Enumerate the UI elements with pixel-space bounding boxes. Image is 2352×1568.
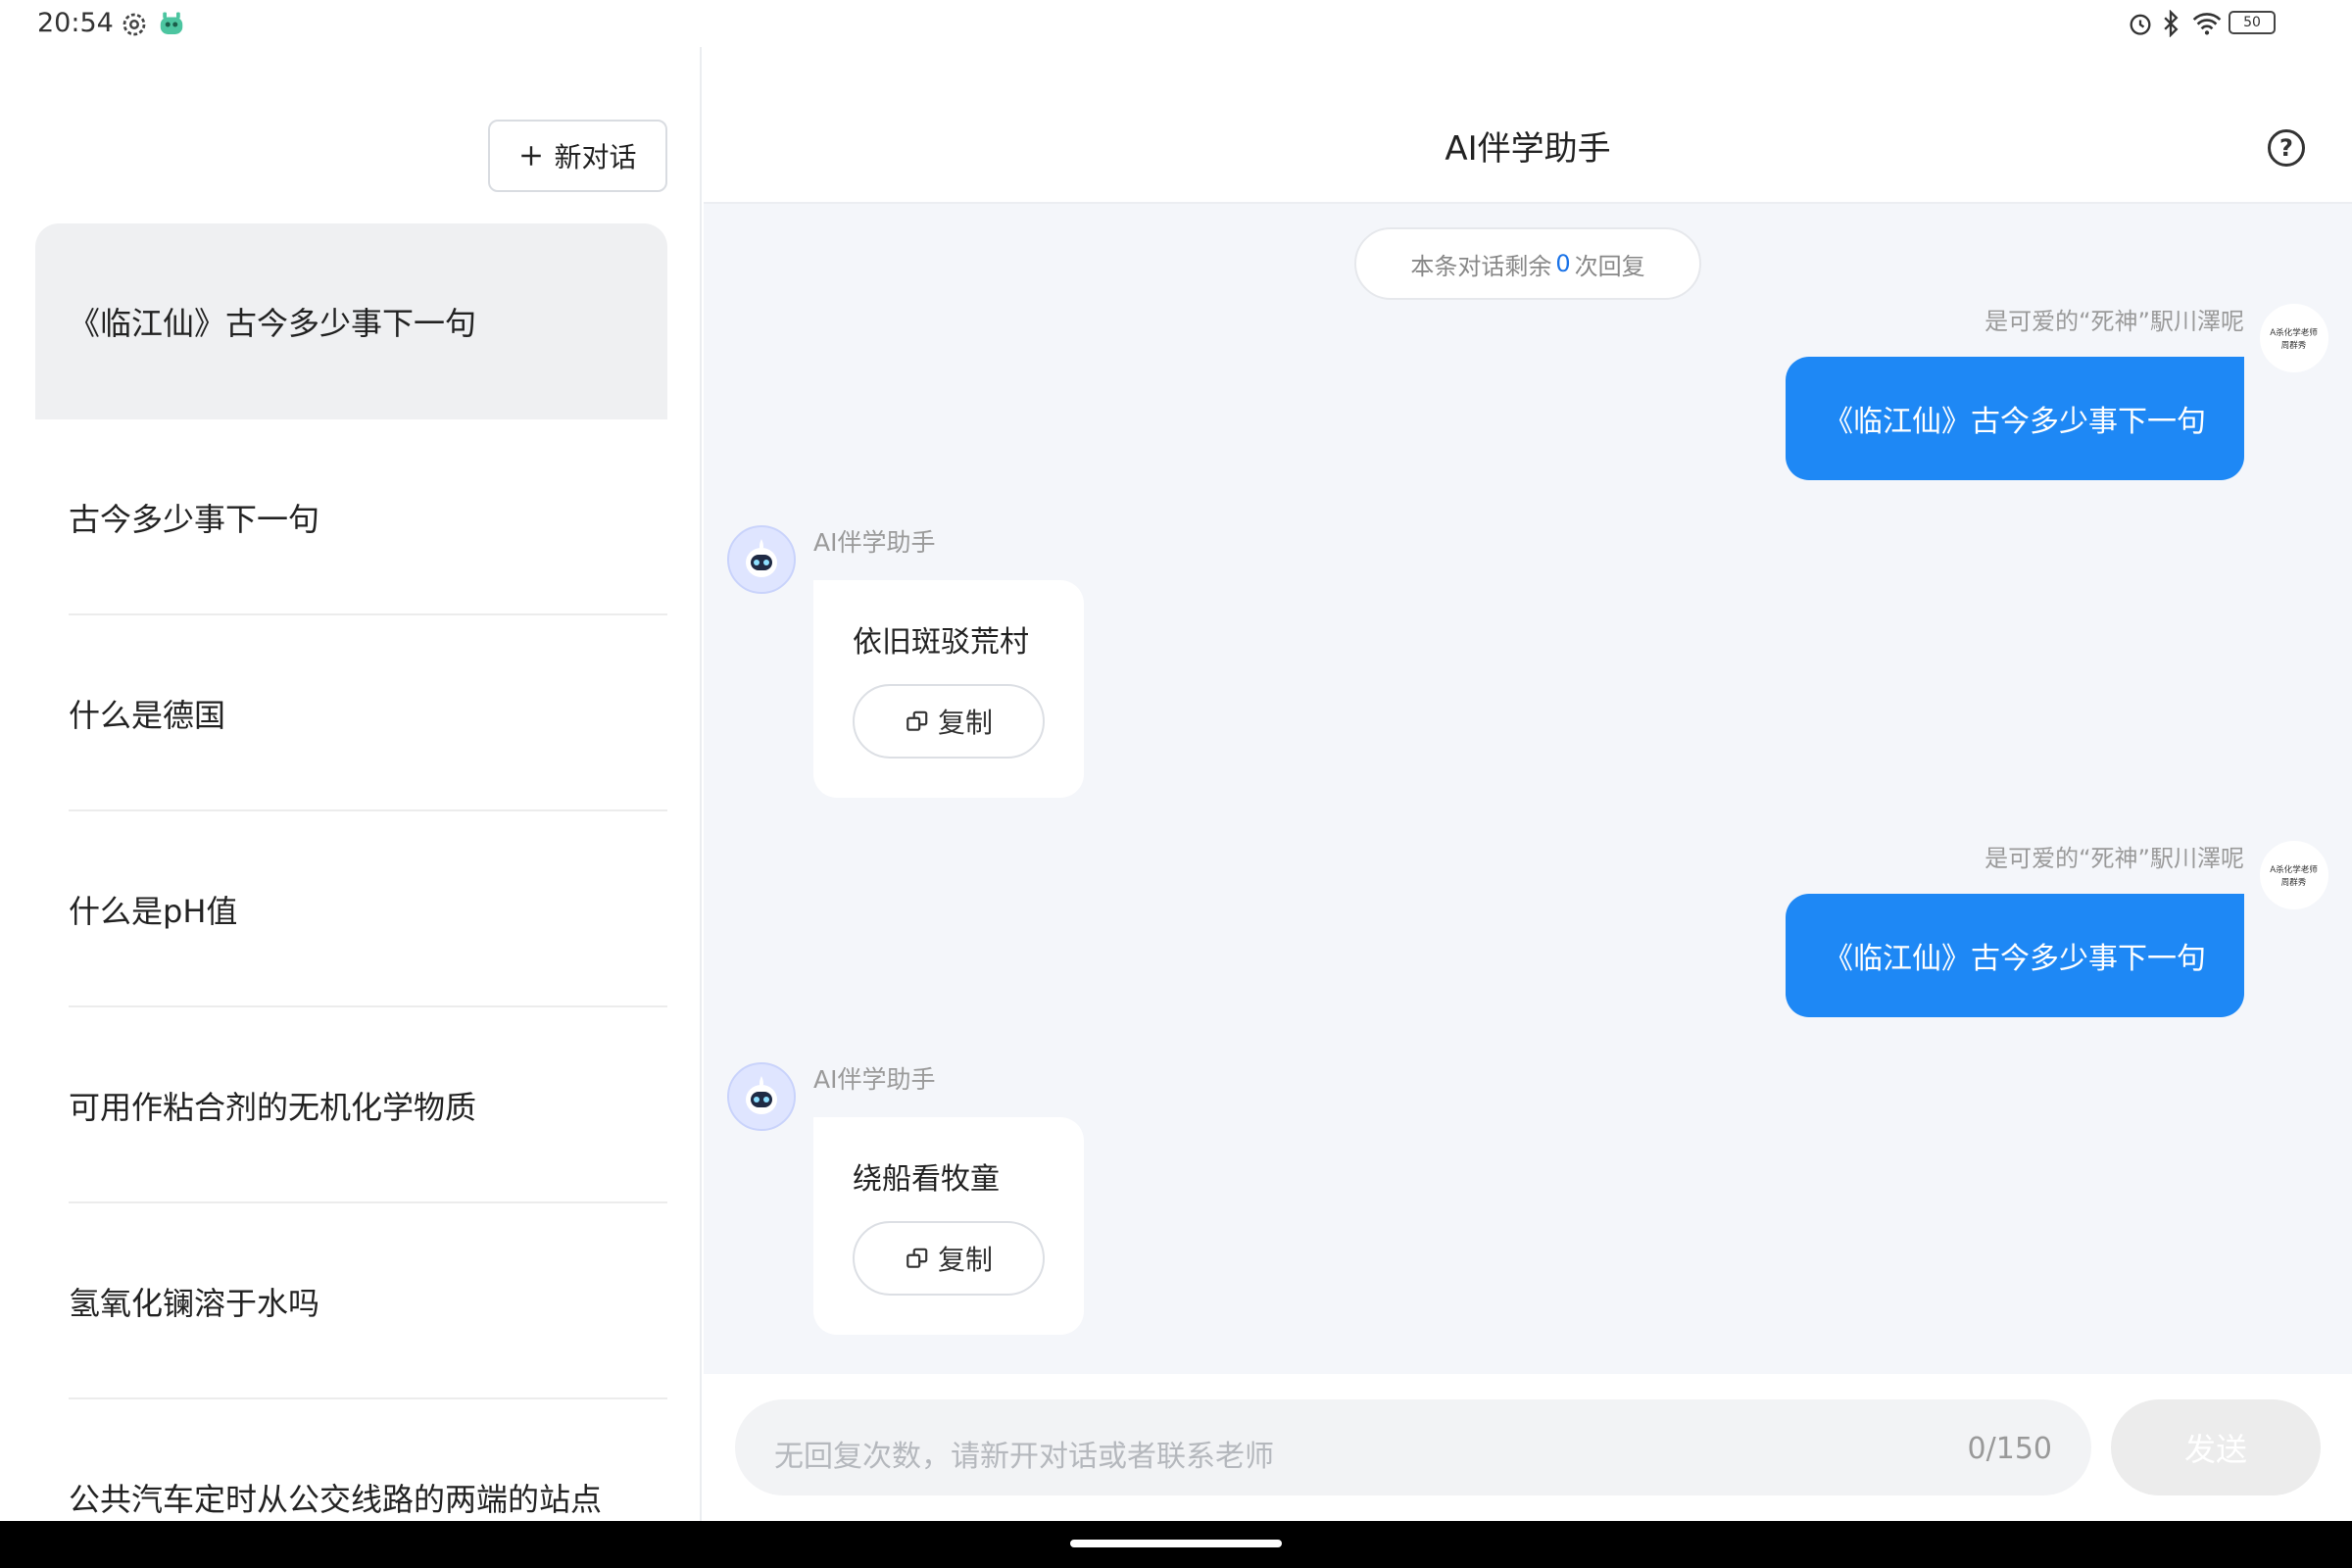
history-item[interactable]: 氢氧化镧溶于水吗 <box>35 1203 667 1399</box>
history-item-label: 《临江仙》古今多少事下一句 <box>69 305 477 342</box>
avatar-text: 周群秀 <box>2281 878 2307 888</box>
history-item-label: 什么是pH值 <box>69 893 238 930</box>
robot-icon <box>746 539 777 577</box>
history-item[interactable]: 什么是德国 <box>35 615 667 811</box>
character-counter: 0/150 <box>1967 1432 2052 1466</box>
bluetooth-icon <box>2160 9 2181 41</box>
battery-icon: 50 <box>2229 11 2276 34</box>
copy-icon <box>906 1248 928 1268</box>
history-item[interactable]: 什么是pH值 <box>35 811 667 1007</box>
avatar-text: A杀化学老师 <box>2270 328 2319 338</box>
user-avatar: A杀化学老师 周群秀 <box>2260 841 2328 909</box>
copy-button[interactable]: 复制 <box>853 1221 1045 1296</box>
system-navigation-bar <box>0 1521 2352 1568</box>
history-item[interactable]: 古今多少事下一句 <box>35 419 667 615</box>
history-item[interactable]: 公共汽车定时从公交线路的两端的站点 <box>35 1399 667 1527</box>
chat-panel: AI伴学助手 ? 本条对话剩余 0 次回复 是可爱的“死神”駅川澤呢 A杀化学老… <box>704 47 2352 1521</box>
status-time: 20:54 <box>37 8 114 38</box>
remaining-count: 0 <box>1555 250 1571 277</box>
app-notification-icon <box>157 10 186 43</box>
history-item-label: 古今多少事下一句 <box>69 501 320 538</box>
user-avatar: A杀化学老师 周群秀 <box>2260 304 2328 372</box>
copy-label: 复制 <box>937 707 993 739</box>
avatar-text: A杀化学老师 <box>2270 865 2319 875</box>
plus-icon <box>521 146 542 166</box>
remaining-prefix: 本条对话剩余 <box>1410 252 1552 280</box>
assistant-avatar <box>727 525 796 594</box>
conversation-history-list: 《临江仙》古今多少事下一句 古今多少事下一句 什么是德国 什么是pH值 可用作粘… <box>35 223 667 1527</box>
status-bar: 20:54 50 <box>0 0 2352 47</box>
home-indicator[interactable] <box>1070 1540 1282 1547</box>
help-icon[interactable]: ? <box>2268 129 2305 167</box>
history-item[interactable]: 可用作粘合剂的无机化学物质 <box>35 1007 667 1203</box>
remaining-suffix: 次回复 <box>1574 252 1645 280</box>
new-chat-label: 新对话 <box>554 141 637 173</box>
assistant-message-bubble: 绕船看牧童 复制 <box>813 1117 1084 1335</box>
user-name: 是可爱的“死神”駅川澤呢 <box>1984 845 2244 872</box>
history-item-label: 可用作粘合剂的无机化学物质 <box>69 1089 477 1126</box>
conversation-sidebar: 新对话 《临江仙》古今多少事下一句 古今多少事下一句 什么是德国 什么是pH值 … <box>0 47 702 1527</box>
copy-button[interactable]: 复制 <box>853 684 1045 759</box>
assistant-name: AI伴学助手 <box>813 1065 936 1094</box>
user-message-bubble: 《临江仙》古今多少事下一句 <box>1786 894 2244 1017</box>
alarm-icon <box>2127 10 2154 41</box>
wifi-icon <box>2191 10 2223 41</box>
user-name: 是可爱的“死神”駅川澤呢 <box>1984 308 2244 335</box>
send-button[interactable]: 发送 <box>2111 1399 2321 1495</box>
battery-level: 50 <box>2243 15 2261 30</box>
message-composer: 无回复次数，请新开对话或者联系老师 0/150 发送 <box>704 1374 2352 1521</box>
message-input-placeholder: 无回复次数，请新开对话或者联系老师 <box>774 1440 1274 1474</box>
history-item-label: 公共汽车定时从公交线路的两端的站点 <box>69 1481 603 1518</box>
settings-icon <box>120 10 149 43</box>
copy-label: 复制 <box>937 1244 993 1276</box>
history-item[interactable]: 《临江仙》古今多少事下一句 <box>35 223 667 419</box>
page-title: AI伴学助手 <box>1445 129 1611 169</box>
assistant-avatar <box>727 1062 796 1131</box>
history-item-label: 什么是德国 <box>69 697 226 734</box>
assistant-message-text: 依旧斑驳荒村 <box>853 625 1029 660</box>
new-chat-button[interactable]: 新对话 <box>488 120 667 192</box>
chat-header: AI伴学助手 ? <box>704 47 2352 204</box>
avatar-text: 周群秀 <box>2281 341 2307 351</box>
message-input[interactable]: 无回复次数，请新开对话或者联系老师 0/150 <box>735 1399 2091 1495</box>
history-item-label: 氢氧化镧溶于水吗 <box>69 1285 320 1322</box>
user-message-bubble: 《临江仙》古今多少事下一句 <box>1786 357 2244 480</box>
assistant-message-text: 绕船看牧童 <box>853 1162 1000 1197</box>
robot-icon <box>746 1076 777 1114</box>
remaining-replies-notice: 本条对话剩余 0 次回复 <box>1354 227 1701 300</box>
assistant-message-bubble: 依旧斑驳荒村 复制 <box>813 580 1084 798</box>
copy-icon <box>906 710 928 731</box>
assistant-name: AI伴学助手 <box>813 528 936 557</box>
